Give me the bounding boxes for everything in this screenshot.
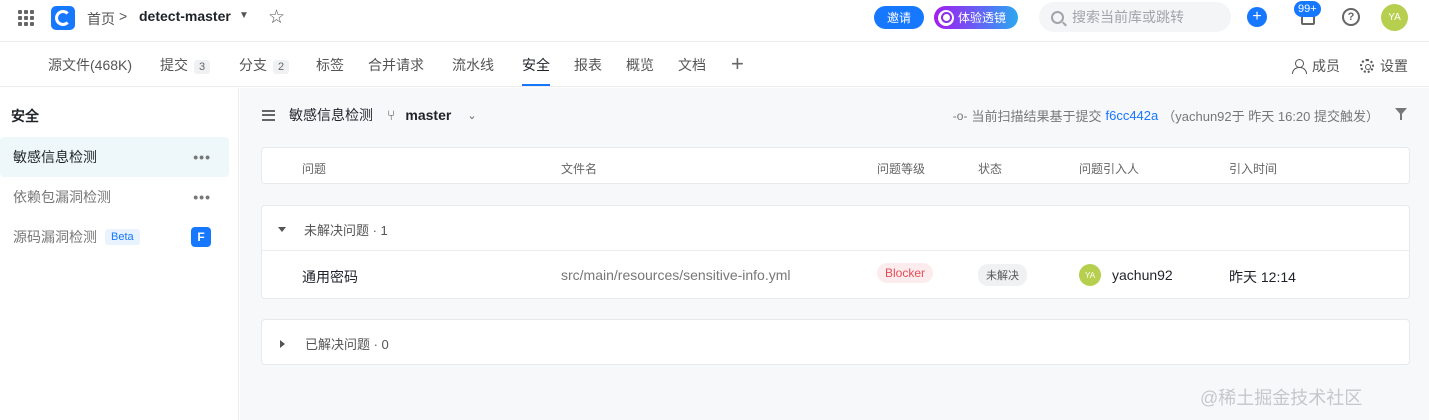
tab-count: 3: [194, 60, 211, 74]
chevron-down-icon[interactable]: ⌄: [467, 109, 476, 122]
top-bar: 首页 > detect-master ▼ ☆ 邀请 体验透镜 搜索当前库或跳转 …: [0, 0, 1429, 42]
resolved-label: 已解决问题 · 0: [305, 337, 389, 352]
more-icon[interactable]: •••: [193, 189, 211, 205]
branch-icon: ⑂: [387, 107, 396, 123]
column-header-file: 文件名: [561, 162, 598, 176]
breadcrumb-separator: >: [119, 8, 128, 24]
tab-commits[interactable]: 提交 3: [160, 55, 211, 75]
security-sidebar: 安全 敏感信息检测 ••• 依赖包漏洞检测 ••• 源码漏洞检测 Beta F: [0, 88, 239, 420]
logo-icon[interactable]: [51, 6, 75, 30]
tab-source-files[interactable]: 源文件(468K): [48, 55, 132, 75]
search-input[interactable]: 搜索当前库或跳转: [1039, 2, 1231, 32]
active-tab-indicator: [522, 84, 550, 86]
column-header-level: 问题等级: [877, 162, 926, 176]
caret-down-icon: [278, 227, 286, 232]
tab-tags[interactable]: 标签: [316, 55, 344, 75]
tab-merge-requests[interactable]: 合并请求: [368, 55, 424, 75]
sidebar-item-label: 依赖包漏洞检测: [13, 189, 111, 205]
avatar[interactable]: YA: [1381, 4, 1408, 31]
column-header-issue: 问题: [302, 162, 327, 176]
tab-count: 2: [273, 60, 290, 74]
search-icon: [1051, 10, 1064, 24]
members-link[interactable]: 成员: [1292, 56, 1340, 76]
add-tab-icon[interactable]: +: [731, 51, 744, 77]
introduced-time: 昨天 12:14: [1229, 269, 1296, 285]
table-header: 问题 文件名 问题等级 状态 问题引入人 引入时间: [261, 147, 1410, 184]
tab-reports[interactable]: 报表: [574, 55, 602, 75]
resolved-group-toggle[interactable]: 已解决问题 · 0: [262, 334, 1409, 353]
create-plus-button[interactable]: +: [1247, 7, 1267, 27]
resolved-group: 已解决问题 · 0: [261, 319, 1410, 365]
column-header-time: 引入时间: [1229, 162, 1278, 176]
level-badge: Blocker: [877, 263, 934, 283]
author-name: yachun92: [1112, 267, 1173, 283]
chevron-down-icon[interactable]: ▼: [239, 10, 249, 21]
more-icon[interactable]: •••: [193, 149, 211, 165]
tab-overview[interactable]: 概览: [626, 55, 654, 75]
tab-label: 提交: [160, 57, 188, 73]
beta-badge: Beta: [105, 229, 140, 245]
settings-link[interactable]: 设置: [1360, 56, 1408, 76]
menu-icon[interactable]: [262, 109, 275, 121]
scan-suffix: （yachun92于 昨天 16:20 提交触发）: [1162, 109, 1379, 124]
avatar: YA: [1079, 264, 1101, 286]
tab-label: 分支: [239, 57, 267, 73]
tab-docs[interactable]: 文档: [678, 55, 706, 75]
settings-label: 设置: [1380, 58, 1408, 74]
members-label: 成员: [1312, 58, 1340, 74]
tab-security[interactable]: 安全: [522, 55, 550, 75]
watermark: @稀土掘金技术社区: [1200, 388, 1363, 408]
person-icon: [1292, 59, 1307, 74]
lens-icon: [938, 9, 954, 26]
column-header-status: 状态: [978, 162, 1003, 176]
column-header-author: 问题引入人: [1079, 162, 1140, 176]
commit-icon: -o-: [952, 108, 968, 123]
sidebar-title: 安全: [11, 108, 39, 124]
help-icon[interactable]: ?: [1342, 8, 1360, 26]
caret-right-icon: [280, 339, 285, 348]
page-title: 敏感信息检测: [289, 107, 373, 123]
search-placeholder: 搜索当前库或跳转: [1072, 9, 1184, 25]
commit-link[interactable]: f6cc442a: [1105, 108, 1158, 123]
sidebar-item-label: 敏感信息检测: [13, 149, 97, 165]
tab-pipelines[interactable]: 流水线: [452, 55, 494, 75]
main-content: 敏感信息检测 ⑂ master ⌄ -o- 当前扫描结果基于提交 f6cc442…: [240, 88, 1429, 420]
issue-name: 通用密码: [302, 269, 358, 285]
sidebar-item-label: 源码漏洞检测: [13, 229, 97, 245]
gear-icon: [1360, 59, 1374, 73]
notification-badge: 99+: [1294, 1, 1321, 17]
status-badge: 未解决: [978, 264, 1027, 286]
main-header: 敏感信息检测 ⑂ master ⌄: [262, 105, 477, 125]
sidebar-item-source-vuln[interactable]: 源码漏洞检测 Beta F: [0, 217, 229, 257]
tab-branches[interactable]: 分支 2: [239, 55, 290, 75]
app-grid-icon[interactable]: [18, 10, 34, 26]
scan-prefix: 当前扫描结果基于提交: [971, 109, 1102, 124]
repo-tab-bar: 源文件(468K) 提交 3 分支 2 标签 合并请求 流水线 安全 报表 概览 文…: [0, 43, 1429, 87]
star-icon[interactable]: ☆: [268, 6, 285, 29]
sidebar-item-sensitive-info[interactable]: 敏感信息检测 •••: [0, 137, 229, 177]
breadcrumb-repo[interactable]: detect-master: [139, 8, 231, 24]
table-row[interactable]: 通用密码 src/main/resources/sensitive-info.y…: [262, 251, 1409, 299]
file-path[interactable]: src/main/resources/sensitive-info.yml: [561, 267, 791, 283]
invite-button[interactable]: 邀请: [874, 6, 924, 29]
tab-label: 源文件(468K): [48, 57, 133, 73]
filter-icon[interactable]: [1395, 108, 1407, 120]
trial-lens-button[interactable]: 体验透镜: [934, 6, 1018, 29]
trial-lens-label: 体验透镜: [958, 11, 1007, 25]
unresolved-group-toggle[interactable]: 未解决问题 · 1: [262, 220, 1409, 239]
scan-info: -o- 当前扫描结果基于提交 f6cc442a （yachun92于 昨天 16…: [953, 106, 1379, 125]
branch-selector[interactable]: master: [405, 107, 451, 123]
unresolved-group: 未解决问题 · 1 通用密码 src/main/resources/sensit…: [261, 205, 1410, 299]
unresolved-label: 未解决问题 · 1: [304, 223, 388, 238]
breadcrumb-home[interactable]: 首页: [87, 9, 115, 29]
sidebar-item-dependency-vuln[interactable]: 依赖包漏洞检测 •••: [0, 177, 229, 217]
app-icon[interactable]: F: [191, 227, 211, 247]
